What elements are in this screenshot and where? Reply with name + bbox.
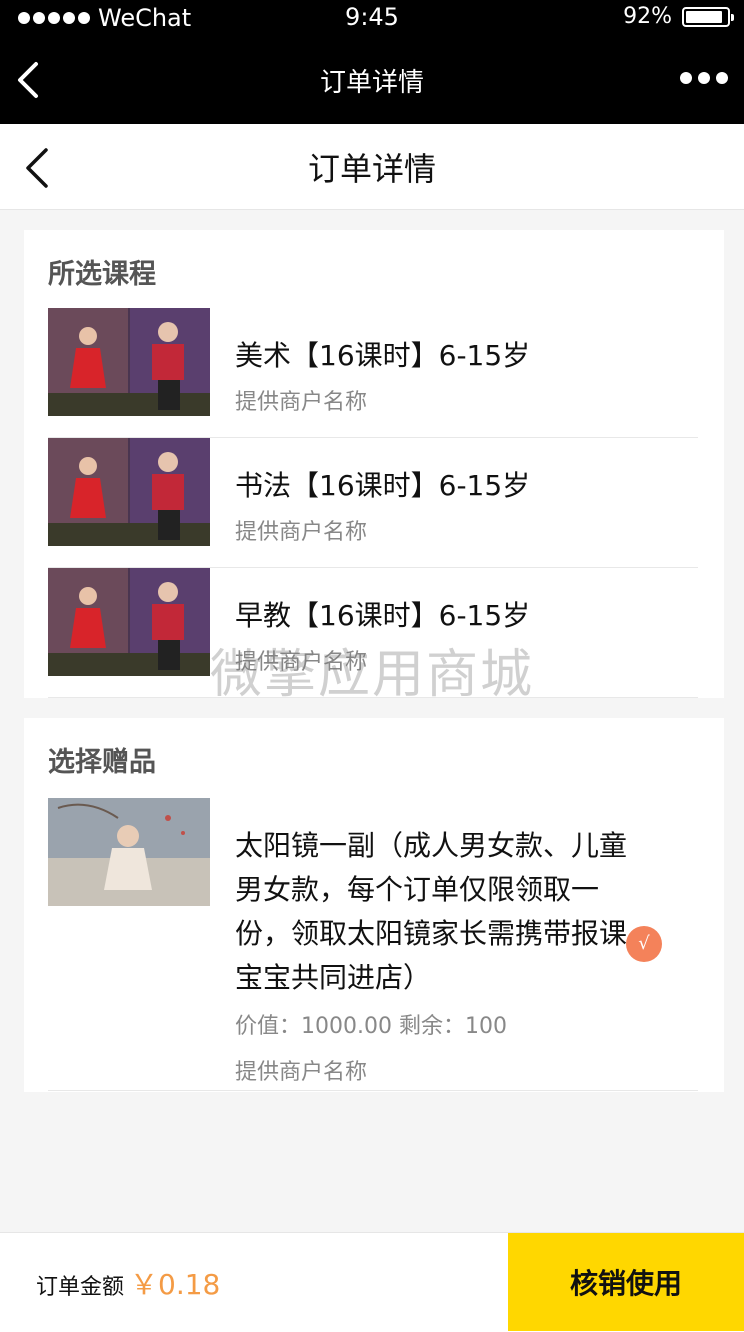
course-name: 美术【16课时】6-15岁 xyxy=(235,339,531,372)
gift-merchant: 提供商户名称 xyxy=(235,1060,368,1085)
course-merchant: 提供商户名称 xyxy=(235,650,368,675)
gift-remain: 100 xyxy=(465,1014,508,1039)
more-dots-icon[interactable] xyxy=(680,72,728,84)
course-merchant: 提供商户名称 xyxy=(235,520,368,545)
gift-thumbnail xyxy=(48,798,210,906)
order-amount: ￥0.18 xyxy=(130,1268,221,1301)
course-merchant: 提供商户名称 xyxy=(235,390,368,415)
battery-icon xyxy=(682,6,734,27)
gift-section-title: 选择赠品 xyxy=(48,747,156,778)
course-thumbnail xyxy=(48,568,210,676)
gift-remain-label: 剩余： xyxy=(399,1014,466,1039)
battery-percent: 92% xyxy=(623,4,672,29)
divider xyxy=(48,1090,698,1091)
order-amount-label: 订单金额 xyxy=(36,1275,125,1300)
order-footer: 订单金额 ￥0.18 核销使用 xyxy=(0,1232,744,1332)
course-thumbnail xyxy=(48,308,210,416)
page-title: 订单详情 xyxy=(307,150,436,188)
course-item[interactable]: 早教【16课时】6-15岁 提供商户名称 xyxy=(48,568,698,698)
gift-value-remain: 价值：1000.00 剩余：100 xyxy=(235,1008,507,1040)
verify-use-button[interactable]: 核销使用 xyxy=(508,1233,744,1331)
gift-value: 1000.00 xyxy=(301,1014,392,1039)
battery-status: 92% xyxy=(623,4,734,29)
course-item[interactable]: 美术【16课时】6-15岁 提供商户名称 xyxy=(48,308,698,438)
course-name: 书法【16课时】6-15岁 xyxy=(235,469,531,502)
course-thumbnail xyxy=(48,438,210,546)
status-bar: WeChat 9:45 92% xyxy=(0,0,744,34)
courses-card: 所选课程 美术【16课时】6-15岁 提供商户名称 书法【16课时】6-15岁 … xyxy=(24,230,724,698)
wechat-nav-bar: 订单详情 xyxy=(0,34,744,124)
course-item[interactable]: 书法【16课时】6-15岁 提供商户名称 xyxy=(48,438,698,568)
gift-value-label: 价值： xyxy=(235,1014,302,1039)
selected-check-icon[interactable]: √ xyxy=(626,926,662,962)
verify-use-label: 核销使用 xyxy=(569,1267,682,1300)
gift-card: 选择赠品 太阳镜一副（成人男女款、儿童男女款，每个订单仅限领取一份，领取太阳镜家… xyxy=(24,718,724,1092)
page-header: 订单详情 xyxy=(0,124,744,210)
courses-section-title: 所选课程 xyxy=(48,259,156,290)
wechat-nav-title: 订单详情 xyxy=(319,68,424,98)
course-name: 早教【16课时】6-15岁 xyxy=(235,599,531,632)
gift-description: 太阳镜一副（成人男女款、儿童男女款，每个订单仅限领取一份，领取太阳镜家长需携带报… xyxy=(235,829,628,994)
